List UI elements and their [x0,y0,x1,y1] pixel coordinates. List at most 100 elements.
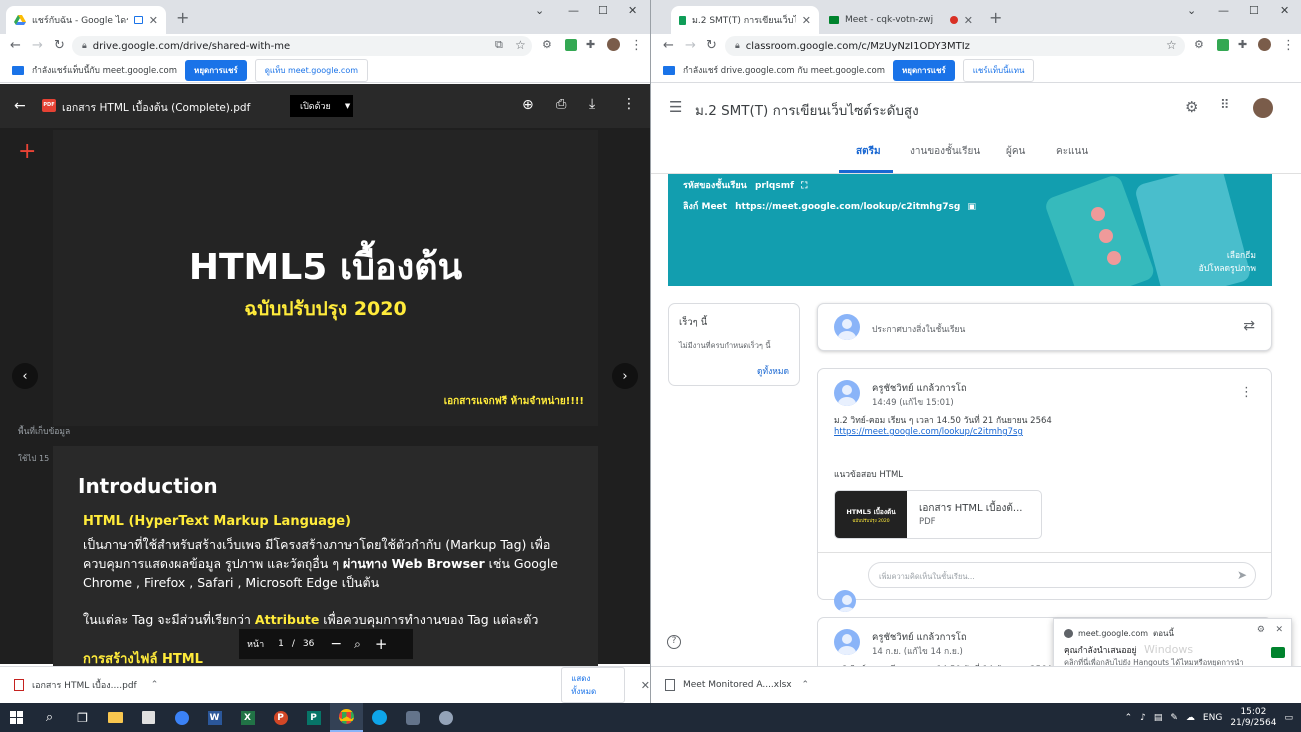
address-bar[interactable]: 🔒︎ classroom.google.com/c/MzUyNzI1ODY3MT… [725,36,1185,56]
bookmark-star-icon[interactable]: ☆ [1166,38,1177,52]
powerpoint-icon[interactable]: P [264,703,297,732]
misc-app-icon[interactable] [429,703,462,732]
attachment-card[interactable]: HTML5 เบื้องต้น ฉบับปรับปรุง 2020 เอกสาร… [834,490,1042,539]
maximize-button[interactable]: ☐ [598,4,608,17]
download-menu-icon[interactable]: ⌃ [151,680,159,690]
close-tab-icon[interactable]: ✕ [149,14,158,27]
tab-people[interactable]: ผู้คน [1006,144,1025,159]
video-camera-icon[interactable]: ▣ [967,202,976,212]
minimize-button[interactable]: — [1218,4,1229,17]
zoom-out-icon[interactable]: − [330,636,342,652]
upload-photo-link[interactable]: อัปโหลดรูปภาพ [1199,263,1256,276]
chrome-taskbar-icon[interactable] [330,703,363,732]
address-bar[interactable]: 🔒︎ drive.google.com/drive/shared-with-me [72,36,532,56]
close-shelf-icon[interactable]: ✕ [641,679,650,692]
post-menu-icon[interactable]: ⋮ [1240,385,1253,400]
menu-icon[interactable]: ⋮ [1282,38,1295,53]
announce-box[interactable]: ประกาศบางสิ่งในชั้นเรียน ⇄ [817,303,1272,351]
page-current[interactable]: 1 [278,639,284,649]
send-icon[interactable]: ➤ [1237,568,1247,582]
edge-legacy-icon[interactable] [165,703,198,732]
more-options-icon[interactable]: ⋮ [622,96,636,112]
close-window-button[interactable]: ✕ [628,4,637,17]
install-icon[interactable]: ⧉ [495,38,503,52]
view-all-link[interactable]: ดูทั้งหมด [757,364,789,378]
tab-stream[interactable]: สตรีม [856,144,881,159]
forward-icon[interactable]: → [685,38,696,53]
stop-sharing-button[interactable]: หยุดการแชร์ [185,59,247,81]
onedrive-icon[interactable]: ☁ [1186,713,1195,723]
open-with-button[interactable]: เปิดด้วย ▼ [290,95,353,117]
new-tab-button[interactable]: + [989,8,1002,27]
extension-icon[interactable]: ⚙ [542,38,552,51]
account-avatar[interactable] [1253,98,1273,118]
repost-icon[interactable]: ⇄ [1243,318,1255,334]
settings-app-icon[interactable] [396,703,429,732]
file-explorer-icon[interactable] [99,703,132,732]
profile-avatar[interactable] [607,38,620,51]
maximize-button[interactable]: ☐ [1249,4,1259,17]
download-icon[interactable]: ⤓ [589,96,595,112]
tab-grades[interactable]: คะแนน [1056,144,1088,159]
new-tab-button[interactable]: + [176,8,189,27]
show-all-button[interactable]: แสดงทั้งหมด [561,667,625,703]
download-item[interactable]: Meet Monitored A....xlsx ⌃ [665,679,809,691]
hamburger-menu-icon[interactable]: ☰ [669,98,682,116]
clock[interactable]: 15:02 21/9/2564 [1230,707,1276,729]
apps-grid-icon[interactable]: ⠿ [1220,98,1229,113]
tab-search-icon[interactable]: ⌄ [535,4,544,17]
excel-icon[interactable]: X [231,703,264,732]
share-this-tab-button[interactable]: แชร์แท็บนี้แทน [962,58,1035,82]
close-tab-icon[interactable]: ✕ [964,14,973,27]
language-indicator[interactable]: ENG [1203,713,1222,723]
stop-sharing-button[interactable]: หยุดการแชร์ [893,59,955,81]
network-icon[interactable]: ▤ [1154,713,1163,723]
fullscreen-icon[interactable]: ⛶ [801,181,807,191]
puzzle-icon[interactable]: ✚ [1238,38,1247,51]
forward-icon[interactable]: → [32,38,43,53]
start-button[interactable] [0,703,33,732]
back-icon[interactable]: ← [663,38,674,53]
tab-drive[interactable]: แชร์กับฉัน - Google ไดรฟ์ ✕ [6,6,166,34]
zoom-in-icon[interactable]: + [375,635,388,653]
view-meet-tab-button[interactable]: ดูแท็บ meet.google.com [254,58,368,82]
edge-icon[interactable] [363,703,396,732]
bookmark-star-icon[interactable]: ☆ [515,38,526,52]
tab-classroom[interactable]: ม.2 SMT(T) การเขียนเว็บไซต์ระดับสูง ✕ [671,6,819,34]
print-icon[interactable]: ⎙ [556,97,566,112]
menu-icon[interactable]: ⋮ [630,38,643,53]
select-theme-link[interactable]: เลือกธีม [1199,250,1256,263]
search-icon[interactable]: ⌕ [33,703,66,732]
post-link[interactable]: https://meet.google.com/lookup/c2itmhg7s… [834,427,1023,437]
notification-center-icon[interactable]: ▭ [1284,713,1293,723]
close-window-button[interactable]: ✕ [1280,4,1289,17]
next-file-button[interactable]: › [612,363,638,389]
comment-input[interactable]: เพิ่มความคิดเห็นในชั้นเรียน... ➤ [868,562,1256,588]
reload-icon[interactable]: ↻ [706,38,717,53]
volume-icon[interactable]: ♪ [1140,713,1146,723]
tab-meet[interactable]: Meet - cqk-votn-zwj ✕ [821,6,981,34]
minimize-button[interactable]: — [568,4,579,17]
publisher-icon[interactable]: P [297,703,330,732]
store-icon[interactable] [132,703,165,732]
pen-icon[interactable]: ✎ [1170,713,1178,723]
pen-extension-icon[interactable] [1217,39,1229,51]
tab-classwork[interactable]: งานของชั้นเรียน [910,144,980,159]
task-view-icon[interactable]: ❐ [66,703,99,732]
tab-search-icon[interactable]: ⌄ [1187,4,1196,17]
settings-gear-icon[interactable]: ⚙ [1185,98,1198,116]
close-tab-icon[interactable]: ✕ [802,14,811,27]
profile-avatar[interactable] [1258,38,1271,51]
tray-overflow-icon[interactable]: ⌃ [1125,713,1133,723]
download-item[interactable]: เอกสาร HTML เบื้อง....pdf ⌃ [14,678,158,692]
prev-file-button[interactable]: ‹ [12,363,38,389]
notification-settings-icon[interactable]: ⚙ [1257,625,1265,635]
puzzle-icon[interactable]: ✚ [586,38,595,51]
viewer-back-icon[interactable]: ← [14,98,26,114]
notification-close-icon[interactable]: ✕ [1275,625,1283,635]
help-icon[interactable]: ? [667,635,681,649]
meet-link[interactable]: https://meet.google.com/lookup/c2itmhg7s… [735,202,960,212]
pen-extension-icon[interactable] [565,39,577,51]
add-to-drive-icon[interactable]: ⊕ [522,97,534,113]
back-icon[interactable]: ← [10,38,21,53]
